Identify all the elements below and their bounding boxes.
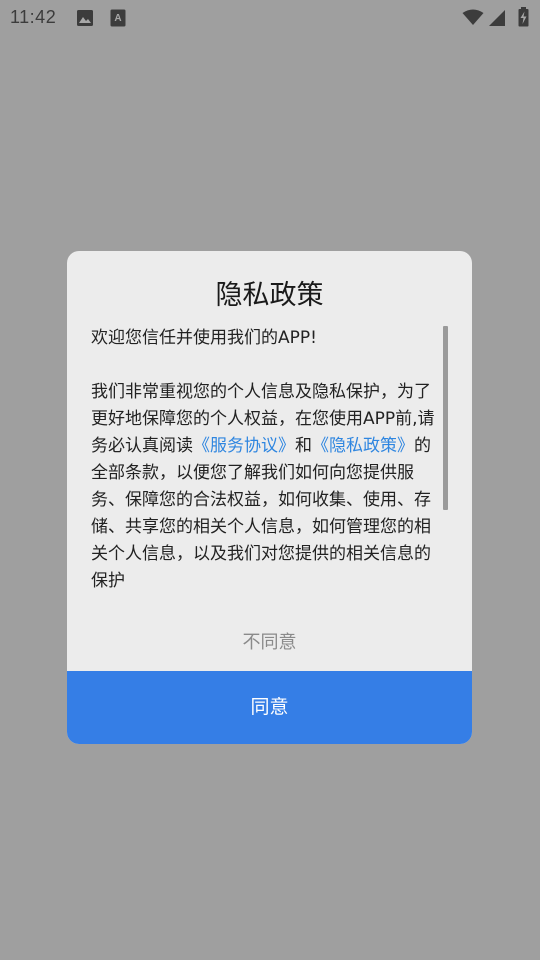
body-and-text: 和 [295, 436, 312, 456]
service-agreement-link[interactable]: 《服务协议》 [193, 436, 295, 456]
policy-paragraph: 我们非常重视您的个人信息及隐私保护，为了更好地保障您的个人权益，在您使用APP前… [91, 379, 436, 595]
content-scrollbar[interactable] [443, 326, 448, 510]
battery-icon [518, 7, 529, 27]
svg-text:A: A [114, 13, 121, 24]
status-bar: 11:42 A [0, 0, 540, 36]
status-time: 11:42 [10, 7, 57, 27]
privacy-policy-link[interactable]: 《隐私政策》 [312, 436, 414, 456]
privacy-dialog: 隐私政策 欢迎您信任并使用我们的APP! 我们非常重视您的个人信息及隐私保护，为… [67, 251, 472, 744]
image-icon [77, 10, 93, 26]
dialog-title: 隐私政策 [215, 280, 324, 311]
font-a-icon: A [110, 9, 126, 27]
intro-text: 欢迎您信任并使用我们的APP! [91, 328, 317, 348]
cellular-signal-icon [489, 10, 505, 26]
dialog-content-scroll[interactable]: 欢迎您信任并使用我们的APP! 我们非常重视您的个人信息及隐私保护，为了更好地保… [91, 325, 436, 601]
wifi-icon [462, 9, 484, 25]
agree-button[interactable]: 同意 [67, 671, 472, 744]
disagree-button[interactable]: 不同意 [67, 621, 472, 665]
body-suffix-text: 的全部条款，以便您了解我们如何向您提供服务、保障您的合法权益，如何收集、使用、存… [91, 436, 431, 591]
